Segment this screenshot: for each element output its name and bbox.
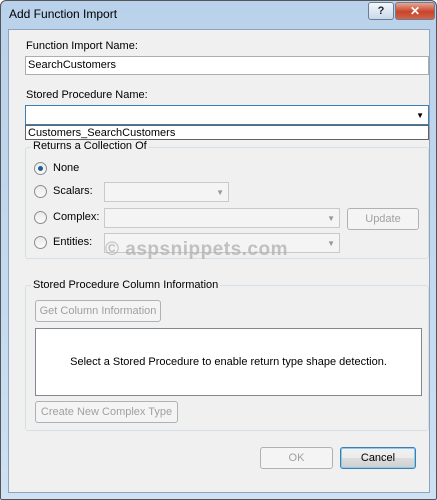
scalars-combo[interactable]: ▼ <box>104 182 229 202</box>
get-column-information-button[interactable]: Get Column Information <box>35 300 161 322</box>
close-button[interactable]: ✕ <box>395 2 435 20</box>
update-button[interactable]: Update <box>347 208 419 230</box>
create-new-complex-type-button[interactable]: Create New Complex Type <box>35 401 178 423</box>
radio-entities[interactable]: Entities: <box>34 235 114 251</box>
chevron-down-icon: ▼ <box>327 239 335 248</box>
function-import-name-label: Function Import Name: <box>26 40 138 52</box>
chevron-down-icon: ▼ <box>216 188 224 197</box>
radio-button[interactable] <box>34 211 47 224</box>
radio-complex[interactable]: Complex: <box>34 210 114 226</box>
column-info-message-box: Select a Stored Procedure to enable retu… <box>35 328 422 396</box>
radio-scalars[interactable]: Scalars: <box>34 184 114 200</box>
column-info-group-title: Stored Procedure Column Information <box>31 279 221 291</box>
close-icon: ✕ <box>409 4 421 18</box>
help-icon: ? <box>377 5 385 17</box>
stored-procedure-label: Stored Procedure Name: <box>26 89 148 101</box>
radio-button[interactable] <box>34 185 47 198</box>
stored-procedure-dropdown: Customers_SearchCustomers <box>25 125 429 140</box>
window-title: Add Function Import <box>9 7 118 21</box>
complex-combo[interactable]: ▼ <box>104 208 340 228</box>
column-info-message: Select a Stored Procedure to enable retu… <box>70 356 387 368</box>
radio-label: None <box>53 162 80 174</box>
dialog-client-area: Function Import Name: SearchCustomers St… <box>8 29 430 493</box>
watermark-text: © aspsnippets.com <box>105 239 288 260</box>
function-import-name-input[interactable]: SearchCustomers <box>25 56 429 75</box>
title-bar[interactable]: Add Function Import ? ✕ <box>1 1 436 27</box>
radio-none[interactable]: None <box>34 161 114 177</box>
returns-group-title: Returns a Collection Of <box>31 140 149 152</box>
radio-label: Complex: <box>53 211 100 223</box>
dropdown-item[interactable]: Customers_SearchCustomers <box>28 126 175 140</box>
help-button[interactable]: ? <box>368 2 394 20</box>
radio-label: Scalars: <box>53 185 93 197</box>
dialog-window: Add Function Import ? ✕ Function Import … <box>0 0 437 500</box>
chevron-down-icon: ▼ <box>327 214 335 223</box>
radio-button[interactable] <box>34 236 47 249</box>
radio-button[interactable] <box>34 162 47 175</box>
chevron-down-icon[interactable]: ▼ <box>416 111 424 120</box>
ok-button[interactable]: OK <box>260 447 333 469</box>
stored-procedure-combo[interactable]: ▼ <box>25 105 429 125</box>
cancel-button[interactable]: Cancel <box>340 447 416 469</box>
radio-label: Entities: <box>53 236 93 248</box>
